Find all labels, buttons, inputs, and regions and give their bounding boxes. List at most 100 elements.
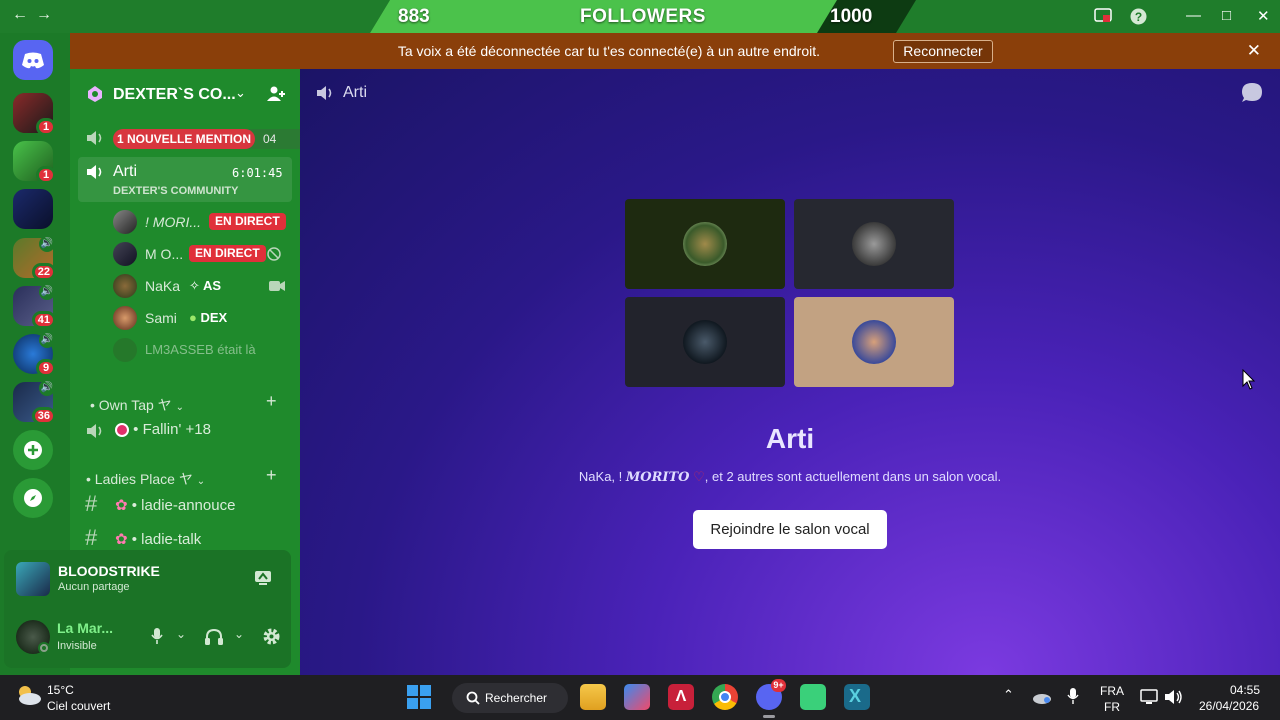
- server-name: DEXTER`S CO...: [113, 86, 236, 103]
- avatar: [852, 320, 896, 364]
- voice-speaker-icon: [87, 165, 102, 179]
- maximize-button[interactable]: □: [1222, 7, 1231, 24]
- flower-icon: ✿: [115, 531, 128, 548]
- close-icon[interactable]: ✕: [1247, 41, 1261, 61]
- app-icon[interactable]: Λ: [668, 684, 694, 710]
- add-server-button[interactable]: [13, 430, 53, 470]
- file-explorer-icon[interactable]: [580, 684, 606, 710]
- discord-home-button[interactable]: [13, 40, 53, 80]
- game-name: BLOODSTRIKE: [58, 563, 160, 579]
- avatar: [113, 210, 137, 234]
- followers-goal-widget: 883 FOLLOWERS 1000: [370, 0, 916, 33]
- chevron-down-icon[interactable]: ⌄: [235, 85, 246, 101]
- voice-member[interactable]: NaKa ✧ AS: [113, 274, 293, 298]
- windows-taskbar: 15°C Ciel couvert Rechercher Λ 9+ X ⌃ FR…: [0, 675, 1280, 720]
- voice-speaker-icon: [317, 86, 332, 100]
- mention-pill[interactable]: 1 NOUVELLE MENTION 04: [113, 129, 323, 149]
- game-icon: [16, 562, 50, 596]
- discover-button[interactable]: [13, 478, 53, 518]
- notice-text: Ta voix a été déconnectée car tu t'es co…: [397, 43, 820, 59]
- voice-disconnected-banner: Ta voix a été déconnectée car tu t'es co…: [70, 33, 1280, 69]
- chevron-down-icon[interactable]: ⌄: [176, 627, 186, 641]
- weather-temp: 15°C: [47, 683, 74, 697]
- voice-member[interactable]: M O... EN DIRECT: [113, 242, 293, 266]
- store-icon[interactable]: [624, 684, 650, 710]
- participant-tile[interactable]: [625, 297, 785, 387]
- volume-icon[interactable]: [1164, 688, 1184, 706]
- reconnect-button[interactable]: Reconnecter: [893, 40, 993, 63]
- chevron-up-icon[interactable]: ⌃: [1003, 687, 1014, 703]
- chat-bubble-icon[interactable]: [1241, 82, 1263, 103]
- channel-title: Arti: [343, 84, 367, 101]
- voice-member[interactable]: ! MORI... EN DIRECT: [113, 210, 293, 234]
- app-icon-green[interactable]: [800, 684, 826, 710]
- minimize-button[interactable]: —: [1186, 7, 1201, 24]
- mention-badge: 22: [31, 263, 56, 281]
- category-ladies-place[interactable]: • Ladies Place ヤ ⌄: [86, 469, 205, 489]
- invite-people-icon[interactable]: [266, 85, 286, 103]
- arrow-right-icon[interactable]: →: [36, 6, 52, 24]
- active-channel-name: Arti: [113, 163, 137, 180]
- server-icon-1[interactable]: 1: [13, 93, 56, 136]
- server-icon-4[interactable]: 🔊 22: [13, 236, 56, 281]
- clock-time[interactable]: 04:55: [1230, 683, 1260, 697]
- voice-member[interactable]: Sami ● DEX: [113, 306, 293, 330]
- desc-suffix: , et 2 autres sont actuellement dans un …: [704, 469, 1002, 484]
- chevron-down-icon[interactable]: ⌄: [234, 627, 244, 641]
- microphone-icon[interactable]: [150, 627, 164, 645]
- speaker-icon: 🔊: [39, 236, 55, 252]
- arrow-left-icon[interactable]: ←: [12, 6, 28, 24]
- stream-game-icon[interactable]: [254, 570, 272, 586]
- server-header[interactable]: DEXTER`S CO... ⌄: [70, 69, 300, 119]
- participant-tile[interactable]: [794, 199, 954, 289]
- network-icon[interactable]: [1140, 689, 1158, 705]
- server-icon-3[interactable]: [13, 189, 53, 229]
- participant-tile[interactable]: [794, 297, 954, 387]
- language-code[interactable]: FRA: [1100, 684, 1124, 698]
- discord-icon[interactable]: 9+: [756, 679, 786, 710]
- discord-logo-icon: [22, 52, 44, 69]
- gear-icon[interactable]: [262, 627, 281, 646]
- clock-date[interactable]: 26/04/2026: [1199, 699, 1259, 713]
- server-icon-5[interactable]: 🔊 41: [13, 284, 56, 329]
- server-icon-2[interactable]: 1: [13, 141, 56, 184]
- question-icon[interactable]: ?: [1130, 8, 1147, 25]
- onedrive-cloud-icon[interactable]: [1032, 690, 1052, 704]
- close-window-button[interactable]: ✕: [1257, 7, 1270, 25]
- member-name: LM3ASSEB était là: [145, 342, 256, 357]
- chevron-down-icon: ⌄: [196, 476, 206, 487]
- category-own-tap[interactable]: • Own Tap ヤ ⌄: [90, 395, 184, 415]
- weather-desc: Ciel couvert: [47, 699, 111, 713]
- server-icon-7[interactable]: 🔊 36: [13, 380, 56, 425]
- add-channel-button[interactable]: +: [266, 465, 277, 486]
- mouse-cursor-icon: [1242, 369, 1256, 390]
- server-icon-6[interactable]: 🔊 9: [13, 332, 56, 377]
- channel-ladie-talk[interactable]: ✿ • ladie-talk: [115, 530, 201, 548]
- mention-badge: 1: [36, 166, 56, 184]
- channel-label: ladie-talk: [141, 531, 202, 548]
- add-channel-button[interactable]: +: [266, 391, 277, 412]
- voice-channel-name: Arti: [765, 423, 815, 454]
- app-icon-x[interactable]: X: [844, 684, 870, 710]
- voice-member-left: LM3ASSEB était là: [113, 338, 293, 362]
- keyboard-layout[interactable]: FR: [1104, 700, 1120, 714]
- chrome-icon[interactable]: [712, 684, 738, 710]
- hash-icon: #: [85, 491, 98, 516]
- screen-share-icon[interactable]: [1094, 8, 1112, 24]
- participant-tile[interactable]: [625, 199, 785, 289]
- voice-timer: 6:01:45: [232, 166, 283, 180]
- microphone-icon[interactable]: [1067, 687, 1079, 705]
- channel-fallin[interactable]: • Fallin' +18: [115, 421, 211, 438]
- weather-cloud-icon: [19, 686, 41, 705]
- video-camera-icon: [269, 281, 285, 291]
- svg-text:?: ?: [1135, 10, 1142, 24]
- taskbar-search[interactable]: Rechercher: [452, 683, 568, 713]
- channel-label: ladie-annouce: [141, 497, 236, 514]
- user-status: Invisible: [57, 640, 97, 652]
- headphones-icon[interactable]: [204, 628, 224, 646]
- avatar: [113, 338, 137, 362]
- windows-start-icon[interactable]: [407, 685, 431, 709]
- join-voice-button[interactable]: Rejoindre le salon vocal: [693, 510, 887, 549]
- mention-badge: 9: [36, 359, 56, 377]
- channel-ladie-annouce[interactable]: ✿ • ladie-annouce: [115, 496, 235, 514]
